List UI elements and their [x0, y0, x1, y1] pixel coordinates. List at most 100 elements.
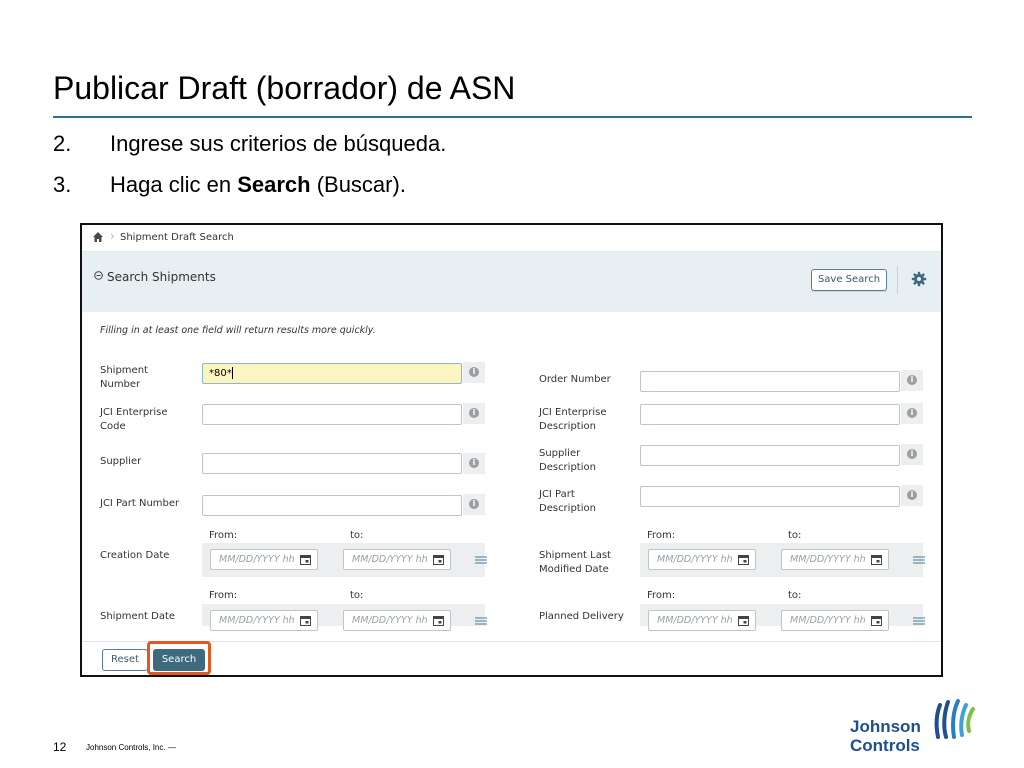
date-placeholder: MM/DD/YYYY hh	[657, 554, 733, 565]
order-number-label: Order Number	[539, 374, 611, 385]
filter-options-icon[interactable]	[913, 555, 925, 565]
minus-circle-icon[interactable]	[94, 271, 103, 280]
supplier-label: Supplier	[100, 456, 142, 467]
shipment-from-label: From:	[209, 590, 238, 601]
creation-date-to-input[interactable]: MM/DD/YYYY hh	[343, 549, 451, 570]
shipment-number-input[interactable]: *80*	[202, 363, 462, 384]
jci-part-number-input[interactable]	[202, 495, 462, 516]
info-icon: i	[907, 449, 917, 459]
page-number: 12	[53, 740, 67, 754]
jci-part-description-label: JCI Part Description	[539, 489, 596, 514]
step-3: 3. Haga clic en Search (Buscar).	[53, 172, 406, 198]
shipment-number-value: *80*	[209, 368, 232, 379]
home-icon[interactable]	[92, 231, 104, 243]
save-search-button[interactable]: Save Search	[811, 269, 887, 291]
search-panel-header: Search Shipments Save Search	[82, 252, 941, 312]
gear-icon[interactable]	[911, 271, 927, 287]
info-icon: i	[469, 367, 479, 377]
shipment-date-range: MM/DD/YYYY hh MM/DD/YYYY hh	[202, 604, 487, 631]
breadcrumb-separator: ›	[110, 229, 115, 243]
jci-enterprise-code-input[interactable]	[202, 404, 462, 425]
app-screenshot: › Shipment Draft Search Search Shipments…	[80, 223, 943, 677]
info-button[interactable]: i	[901, 444, 923, 465]
modified-from-label: From:	[647, 530, 676, 541]
supplier-description-input[interactable]	[640, 445, 900, 466]
order-number-input[interactable]	[640, 371, 900, 392]
shipment-date-label: Shipment Date	[100, 611, 176, 622]
planned-delivery-to-input[interactable]: MM/DD/YYYY hh	[781, 610, 889, 631]
filter-options-icon[interactable]	[913, 616, 925, 626]
jci-enterprise-code-label: JCI Enterprise Code	[100, 407, 168, 432]
filter-options-icon[interactable]	[475, 616, 487, 626]
date-placeholder: MM/DD/YYYY hh	[657, 615, 733, 626]
info-icon: i	[907, 490, 917, 500]
info-button[interactable]: i	[463, 403, 485, 424]
date-placeholder: MM/DD/YYYY hh	[352, 554, 428, 565]
info-icon: i	[469, 499, 479, 509]
johnson-controls-logo: Johnson Controls	[848, 697, 978, 757]
planned-delivery-from-input[interactable]: MM/DD/YYYY hh	[648, 610, 756, 631]
panel-title[interactable]: Search Shipments	[107, 270, 216, 284]
info-icon: i	[469, 458, 479, 468]
shipment-number-label: Shipment Number	[100, 365, 148, 390]
step-number: 3.	[53, 172, 72, 197]
modified-date-range: MM/DD/YYYY hh MM/DD/YYYY hh	[640, 543, 925, 577]
shipment-date-to-input[interactable]: MM/DD/YYYY hh	[343, 610, 451, 631]
jci-part-description-input[interactable]	[640, 486, 900, 507]
date-placeholder: MM/DD/YYYY hh	[219, 554, 295, 565]
info-button[interactable]: i	[901, 370, 923, 391]
breadcrumb: › Shipment Draft Search	[82, 225, 941, 252]
search-button-highlight	[147, 641, 211, 675]
step-number: 2.	[53, 131, 72, 156]
supplier-description-label: Supplier Description	[539, 448, 596, 473]
creation-date-from-input[interactable]: MM/DD/YYYY hh	[210, 549, 318, 570]
breadcrumb-current[interactable]: Shipment Draft Search	[120, 232, 234, 243]
creation-date-range: MM/DD/YYYY hh MM/DD/YYYY hh	[202, 543, 487, 577]
planned-to-label: to:	[788, 590, 802, 601]
calendar-icon[interactable]	[433, 615, 444, 626]
slide-title: Publicar Draft (borrador) de ASN	[53, 70, 516, 106]
planned-from-label: From:	[647, 590, 676, 601]
title-divider	[53, 116, 972, 118]
jci-part-number-label: JCI Part Number	[100, 498, 180, 509]
modified-date-to-input[interactable]: MM/DD/YYYY hh	[781, 549, 889, 570]
calendar-icon[interactable]	[738, 554, 749, 565]
calendar-icon[interactable]	[871, 554, 882, 565]
info-button[interactable]: i	[901, 485, 923, 506]
jci-enterprise-description-input[interactable]	[640, 404, 900, 425]
form-footer-divider	[82, 641, 941, 642]
modified-date-label: Shipment Last Modified Date	[539, 550, 611, 575]
logo-mark-icon	[934, 699, 975, 739]
calendar-icon[interactable]	[433, 554, 444, 565]
info-button[interactable]: i	[463, 494, 485, 515]
date-placeholder: MM/DD/YYYY hh	[790, 554, 866, 565]
step-text-bold: Search	[237, 172, 311, 197]
text-cursor	[231, 367, 233, 379]
calendar-icon[interactable]	[300, 554, 311, 565]
modified-date-from-input[interactable]: MM/DD/YYYY hh	[648, 549, 756, 570]
calendar-icon[interactable]	[300, 615, 311, 626]
step-2: 2. Ingrese sus criterios de búsqueda.	[53, 131, 446, 157]
date-placeholder: MM/DD/YYYY hh	[790, 615, 866, 626]
calendar-icon[interactable]	[871, 615, 882, 626]
creation-from-label: From:	[209, 530, 238, 541]
info-button[interactable]: i	[901, 403, 923, 424]
creation-date-label: Creation Date	[100, 550, 170, 561]
supplier-input[interactable]	[202, 453, 462, 474]
info-icon: i	[907, 375, 917, 385]
creation-to-label: to:	[350, 530, 364, 541]
info-button[interactable]: i	[463, 453, 485, 474]
step-text-pre: Haga clic en	[110, 172, 238, 197]
reset-button[interactable]: Reset	[102, 649, 148, 671]
info-button[interactable]: i	[463, 362, 485, 383]
date-placeholder: MM/DD/YYYY hh	[219, 615, 295, 626]
shipment-date-from-input[interactable]: MM/DD/YYYY hh	[210, 610, 318, 631]
search-hint: Filling in at least one field will retur…	[100, 325, 376, 336]
calendar-icon[interactable]	[738, 615, 749, 626]
date-placeholder: MM/DD/YYYY hh	[352, 615, 428, 626]
logo-line-1: Johnson	[850, 717, 921, 736]
logo-line-2: Controls	[850, 736, 920, 755]
filter-options-icon[interactable]	[475, 555, 487, 565]
header-divider	[897, 266, 898, 294]
planned-delivery-range: MM/DD/YYYY hh MM/DD/YYYY hh	[640, 604, 925, 631]
